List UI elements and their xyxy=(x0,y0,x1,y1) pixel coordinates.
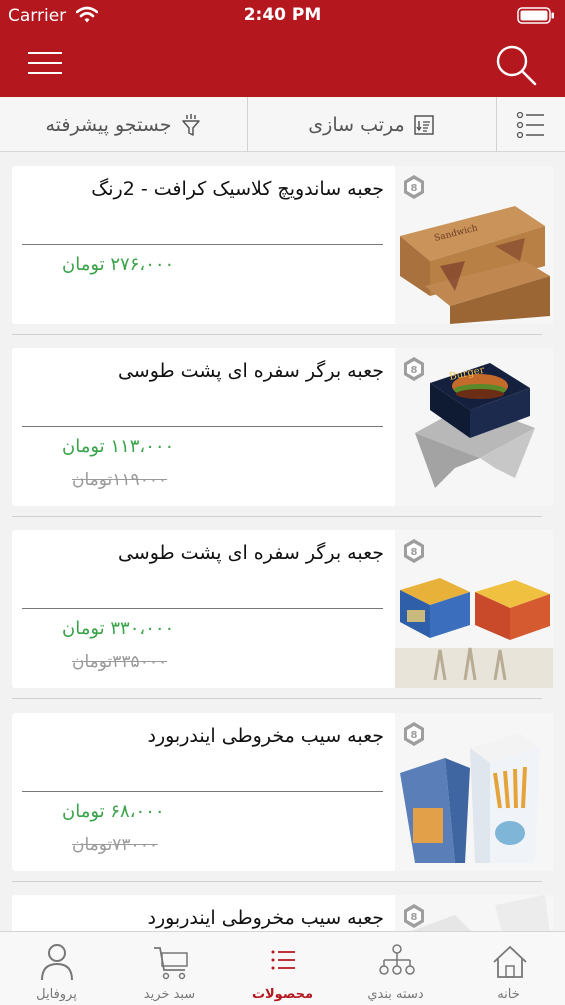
svg-text:8: 8 xyxy=(411,365,418,376)
filter-divider xyxy=(496,97,497,152)
svg-text:8: 8 xyxy=(411,183,418,194)
svg-text:8: 8 xyxy=(411,547,418,558)
product-price: ۲۷۶،۰۰۰ تومان xyxy=(62,254,175,275)
product-old-price: ۳۳۵۰۰۰تومان xyxy=(72,652,168,672)
top-bar: Carrier 2:40 PM xyxy=(0,0,565,97)
product-title: جعبه سیب مخروطی ایندربورد xyxy=(147,907,384,929)
search-icon[interactable] xyxy=(493,42,539,88)
tab-label: سبد خرید xyxy=(143,987,196,1002)
list-icon xyxy=(271,950,295,970)
tab-home[interactable]: خانه xyxy=(452,932,565,1005)
tab-label: خانه xyxy=(497,987,520,1002)
product-card[interactable]: 8 جعبه سیب مخروطی ایندربورد xyxy=(12,895,553,931)
tab-label: محصولات xyxy=(251,987,314,1002)
product-old-price: ۷۳۰۰۰تومان xyxy=(72,835,158,855)
advanced-search-label: جستجو پیشرفته xyxy=(45,113,172,136)
svg-text:8: 8 xyxy=(411,912,418,923)
cart-icon xyxy=(154,947,188,980)
tab-categories[interactable]: دسته بندي xyxy=(339,932,452,1005)
list-separator xyxy=(12,334,542,335)
brand-badge-icon: 8 xyxy=(404,357,424,381)
clock: 2:40 PM xyxy=(243,5,322,25)
hamburger-line xyxy=(28,62,62,64)
divider xyxy=(22,426,383,427)
product-price: ۱۱۳،۰۰۰ تومان xyxy=(62,436,175,457)
tab-label: دسته بندي xyxy=(367,987,424,1002)
product-title: جعبه سیب مخروطی ایندربورد xyxy=(147,725,384,747)
filter-bar: جستجو پیشرفته مرتب سازی xyxy=(0,97,565,152)
brand-badge-icon: 8 xyxy=(404,539,424,563)
divider xyxy=(22,244,383,245)
list-separator xyxy=(12,881,542,882)
product-title: جعبه برگر سفره ای پشت طوسی xyxy=(117,360,384,382)
tab-label: پروفایل xyxy=(36,987,77,1002)
hamburger-menu-button[interactable] xyxy=(28,50,64,76)
list-separator xyxy=(12,516,542,517)
filter-icon xyxy=(181,113,200,136)
svg-text:8: 8 xyxy=(411,730,418,741)
tab-products[interactable]: محصولات xyxy=(226,932,339,1005)
sort-label: مرتب سازی xyxy=(308,113,405,136)
product-card[interactable]: Sandwich 8 جعبه ساندویچ کلاسیک کرافت - 2… xyxy=(12,166,553,324)
divider xyxy=(22,791,383,792)
battery-icon xyxy=(517,7,554,24)
product-card[interactable]: 8 جعبه برگر سفره ای پشت طوسی ۳۳۰،۰۰۰ توم… xyxy=(12,530,553,688)
tab-cart[interactable]: سبد خرید xyxy=(113,932,226,1005)
app-root: Carrier 2:40 PM جستجو پیشرفته مرتب سازی … xyxy=(0,0,565,1005)
product-old-price: ۱۱۹۰۰۰تومان xyxy=(72,470,168,490)
category-tree-icon xyxy=(379,944,415,975)
bottom-nav: پروفایل سبد خرید محصولات دسته بندي خانه xyxy=(0,931,565,1005)
brand-badge-icon: 8 xyxy=(404,904,424,928)
brand-badge-icon: 8 xyxy=(404,722,424,746)
home-icon xyxy=(493,945,527,978)
product-title: جعبه ساندویچ کلاسیک کرافت - 2رنگ xyxy=(91,178,384,200)
product-price: ۶۸،۰۰۰ تومان xyxy=(62,801,165,822)
hamburger-icon xyxy=(28,52,62,54)
hamburger-line xyxy=(28,72,62,74)
product-card[interactable]: 8 جعبه سیب مخروطی ایندربورد ۶۸،۰۰۰ تومان… xyxy=(12,713,553,871)
status-bar: Carrier 2:40 PM xyxy=(0,0,565,32)
advanced-search-button[interactable]: جستجو پیشرفته xyxy=(0,97,247,152)
sort-icon xyxy=(413,114,434,135)
sort-button[interactable]: مرتب سازی xyxy=(247,97,496,152)
product-title: جعبه برگر سفره ای پشت طوسی xyxy=(117,542,384,564)
tab-profile[interactable]: پروفایل xyxy=(0,932,113,1005)
divider xyxy=(22,608,383,609)
product-list: Sandwich 8 جعبه ساندویچ کلاسیک کرافت - 2… xyxy=(0,152,565,931)
brand-badge-icon: 8 xyxy=(404,175,424,199)
product-card[interactable]: Burger 8 جعبه برگر سفره ای پشت طوسی ۱۱۳،… xyxy=(12,348,553,506)
product-price: ۳۳۰،۰۰۰ تومان xyxy=(62,618,175,639)
list-view-icon[interactable] xyxy=(510,110,550,140)
list-separator xyxy=(12,698,542,699)
user-icon xyxy=(41,944,73,981)
